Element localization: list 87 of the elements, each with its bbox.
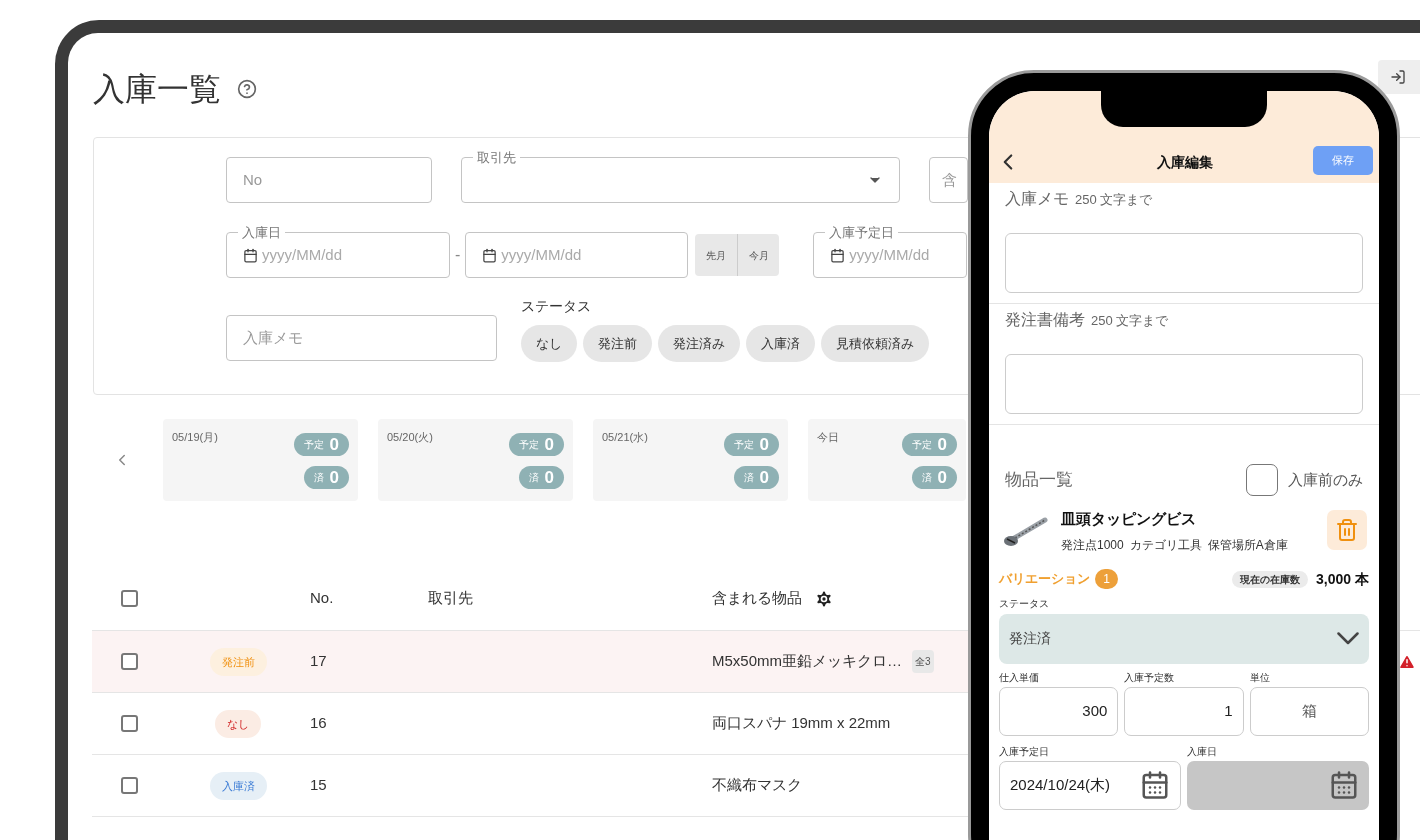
- product-meta: 保管場所A倉庫: [1207, 536, 1288, 553]
- status-chip[interactable]: なし: [521, 325, 577, 362]
- select-all-checkbox[interactable]: [120, 590, 138, 607]
- column-header: 含まれる物品: [712, 588, 802, 609]
- value-field[interactable]: 300: [999, 686, 1119, 736]
- trash-icon: [1335, 518, 1359, 543]
- stock-label: 現在の在庫数: [1232, 570, 1309, 588]
- product-meta: 発注点1000: [1061, 536, 1124, 553]
- product-meta: カテゴリ工具: [1129, 536, 1202, 553]
- table-row[interactable]: 発注前 17 M5x50mm亜鉛メッキクロ… 全3: [92, 631, 968, 693]
- field-label: 単位: [1249, 670, 1271, 685]
- column-header: 取引先: [428, 588, 474, 609]
- count-badge: 予定 0: [723, 433, 779, 456]
- table-cell-text: M5x50mm亜鉛メッキクロ…: [712, 651, 902, 672]
- day-card[interactable]: 05/21(水) 予定 0 済 0: [593, 419, 788, 501]
- month-button[interactable]: 今月: [737, 234, 780, 276]
- checkbox[interactable]: [120, 777, 138, 794]
- screen-title: 入庫編集: [1156, 153, 1214, 172]
- chevron-down-icon: [1337, 632, 1359, 645]
- count-badge: 予定 0: [293, 433, 349, 456]
- count-badge: 予定 0: [901, 433, 957, 456]
- checkbox[interactable]: [120, 715, 138, 732]
- field-label: 入庫予定数: [1124, 670, 1176, 685]
- status-chip[interactable]: 発注前: [583, 325, 652, 362]
- day-label: 今日: [817, 430, 839, 445]
- table-cell-text: 15: [310, 775, 328, 796]
- memo-placeholder: 入庫メモ: [243, 327, 303, 348]
- before-only-checkbox[interactable]: [1246, 464, 1278, 496]
- field-label: 入庫予定日: [999, 744, 1050, 759]
- checkbox[interactable]: [120, 653, 138, 670]
- help-icon[interactable]: [237, 79, 257, 99]
- product-name: 皿頭タッピングビス: [1061, 509, 1197, 529]
- count-badge: 済 0: [733, 466, 779, 489]
- items-placeholder: 含: [942, 169, 957, 190]
- delete-button[interactable]: [1327, 510, 1367, 551]
- login-icon: [1390, 69, 1406, 85]
- status-chip[interactable]: 見積依頼済み: [821, 325, 929, 362]
- day-label: 05/21(水): [602, 430, 648, 445]
- status-badge: 発注前: [209, 647, 267, 676]
- table-cell-text: 不織布マスク: [712, 775, 802, 796]
- day-label: 05/20(火): [387, 430, 433, 445]
- note-label: 入庫メモ 250 文字まで: [1005, 189, 1154, 209]
- status-badge: 入庫済: [209, 771, 267, 800]
- variation-label: バリエーション: [999, 570, 1090, 589]
- table-cell-text: 両口スパナ 19mm x 22mm: [712, 713, 891, 734]
- status-label: ステータス: [999, 596, 1050, 611]
- day-label: 05/19(月): [172, 430, 218, 445]
- table-cell-text: 17: [310, 651, 328, 672]
- calendar-icon: [243, 247, 258, 263]
- calendar-icon: [482, 247, 498, 263]
- count-tag: 全3: [912, 650, 934, 673]
- before-only-label: 入庫前のみ: [1288, 469, 1363, 490]
- calendar-icon: [830, 247, 846, 263]
- column-header: No.: [310, 588, 335, 609]
- date-placeholder: yyyy/MM/dd: [501, 244, 582, 265]
- count-badge: 済 0: [911, 466, 957, 489]
- day-card[interactable]: 今日 予定 0 済 0: [808, 419, 966, 501]
- note-label: 発注書備考 250 文字まで: [1005, 310, 1170, 330]
- status-chip[interactable]: 入庫済: [746, 325, 815, 362]
- value-field[interactable]: 1: [1124, 686, 1244, 736]
- no-placeholder: No: [243, 169, 263, 190]
- count-badge: 予定 0: [508, 433, 564, 456]
- login-button[interactable]: [1378, 60, 1420, 94]
- date-placeholder: yyyy/MM/dd: [849, 244, 930, 265]
- status-chip[interactable]: 発注済み: [658, 325, 740, 362]
- month-button[interactable]: 先月: [695, 234, 738, 276]
- count-badge: 済 0: [518, 466, 564, 489]
- status-badge: なし: [215, 709, 261, 738]
- value-field[interactable]: 箱: [1249, 686, 1369, 736]
- status-label: ステータス: [521, 297, 592, 316]
- calendar-icon: [1140, 770, 1170, 800]
- status-select[interactable]: 発注済: [999, 613, 1369, 664]
- settings-icon[interactable]: [814, 588, 834, 609]
- stock-value: 3,000 本: [1316, 569, 1369, 589]
- items-title: 物品一覧: [1005, 469, 1073, 492]
- field-label: 仕入単価: [999, 670, 1040, 685]
- field-label: 入庫日: [1187, 744, 1218, 759]
- page-title: 入庫一覧: [93, 70, 221, 109]
- range-separator: -: [455, 245, 461, 265]
- date-placeholder: yyyy/MM/dd: [262, 244, 342, 265]
- day-card[interactable]: 05/19(月) 予定 0 済 0: [163, 419, 358, 501]
- count-badge: 済 0: [303, 466, 349, 489]
- table-cell-text: 16: [310, 713, 328, 734]
- day-card[interactable]: 05/20(火) 予定 0 済 0: [378, 419, 573, 501]
- calendar-icon: [1329, 770, 1359, 800]
- date-field[interactable]: 2024/10/24(木): [999, 760, 1181, 810]
- variation-count: 1: [1095, 569, 1118, 589]
